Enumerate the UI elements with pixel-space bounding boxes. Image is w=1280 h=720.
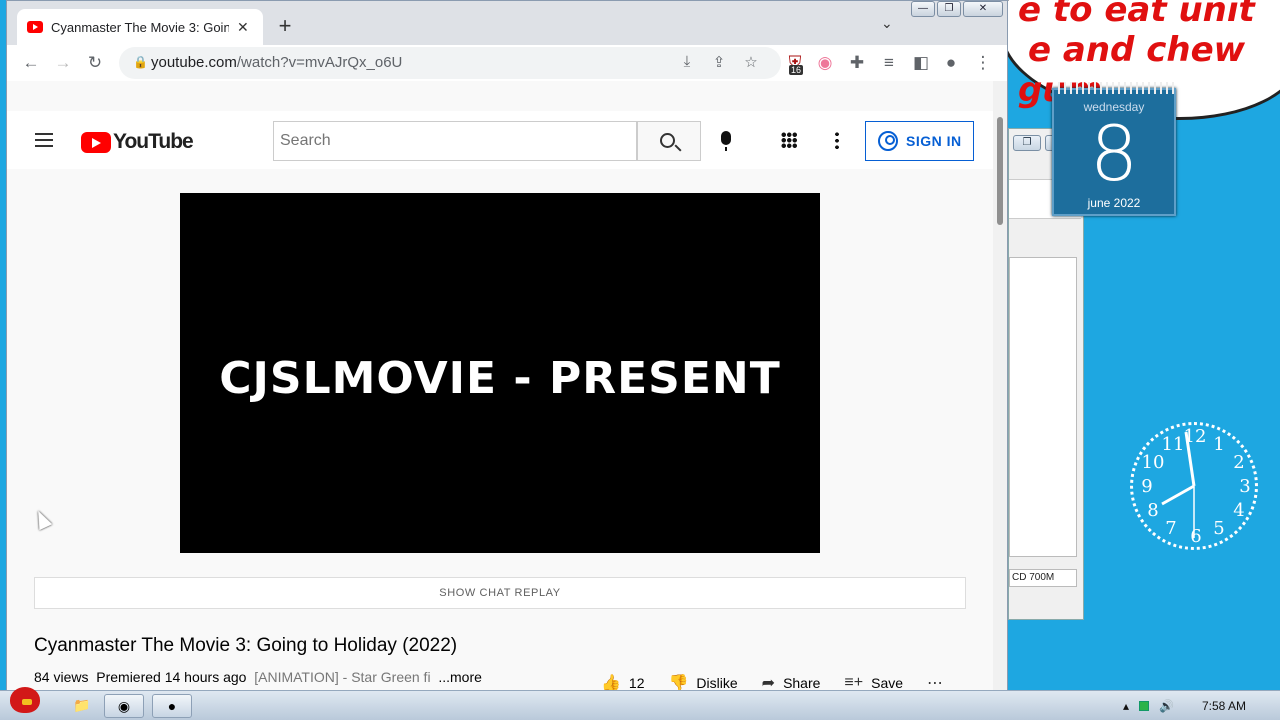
share-icon[interactable]: ⇪	[709, 53, 729, 71]
youtube-logo-text: YouTube	[113, 130, 194, 153]
video-player[interactable]: CJSLMOVIE - PRESENT	[180, 193, 820, 553]
tray-volume-icon[interactable]: 🔊	[1159, 699, 1174, 713]
extension-flag-icon[interactable]: ◉	[815, 53, 835, 73]
window-controls: — ❐ ✕	[911, 1, 1003, 17]
thumbs-down-icon: 👎	[668, 675, 689, 691]
sign-in-button[interactable]: SIGN IN	[865, 121, 974, 161]
reload-icon[interactable]: ↻	[85, 53, 105, 73]
menu-hamburger-icon[interactable]	[35, 133, 53, 147]
video-overlay-text: CJSLMOVIE - PRESENT	[219, 353, 781, 404]
more-horizontal-icon: ⋯	[927, 675, 944, 691]
clock-hands	[1161, 431, 1196, 538]
taskbar-chrome-icon[interactable]: ◉	[104, 694, 144, 718]
youtube-header: YouTube SIGN IN	[7, 111, 995, 169]
tab-close-icon[interactable]: ✕	[237, 19, 249, 36]
save-button[interactable]: ≡+ Save	[844, 673, 903, 691]
youtube-favicon-icon	[27, 21, 43, 33]
video-actions: 👍 12 👎 Dislike ➦ Share ≡+ Save ⋯	[601, 673, 943, 691]
back-arrow-icon[interactable]: ←	[21, 53, 41, 73]
like-count: 12	[628, 675, 645, 691]
thumbs-up-icon: 👍	[601, 675, 621, 691]
search-input[interactable]	[274, 122, 636, 160]
apps-grid-icon[interactable]	[781, 132, 797, 148]
page-scrollbar[interactable]	[993, 81, 1007, 691]
minimize-icon[interactable]: —	[911, 1, 935, 17]
user-icon	[878, 131, 898, 151]
show-chat-replay-button[interactable]: SHOW CHAT REPLAY	[34, 577, 966, 609]
tray-expand-icon[interactable]: ▴	[1123, 699, 1129, 713]
new-tab-button[interactable]: +	[273, 13, 297, 39]
bg-window-list[interactable]	[1009, 257, 1077, 557]
tray-network-icon[interactable]	[1139, 701, 1150, 711]
extensions-puzzle-icon[interactable]: ✚	[847, 53, 867, 73]
install-app-icon[interactable]: ⤓	[677, 53, 697, 70]
taskbar-folder-icon[interactable]: 📁	[62, 694, 102, 718]
url-host: youtube.com	[151, 54, 237, 71]
drive-select[interactable]: CD 700M	[1009, 569, 1077, 587]
lock-icon[interactable]: 🔒	[133, 55, 148, 69]
browser-toolbar: ← → ↻ 🔒 youtube.com/watch?v=mvAJrQx_o6U …	[7, 45, 1007, 81]
playlist-add-icon: ≡+	[844, 674, 864, 691]
save-label: Save	[871, 675, 904, 691]
url-path: /watch?v=mvAJrQx_o6U	[236, 54, 403, 71]
description-snippet: [ANIMATION] - Star Green fi	[254, 669, 431, 685]
forward-arrow-icon[interactable]: →	[53, 53, 73, 73]
like-button[interactable]: 👍 12	[601, 673, 645, 691]
calendar-gadget[interactable]: wednesday 8 june 2022	[1052, 82, 1176, 216]
more-actions-button[interactable]: ⋯	[927, 673, 943, 691]
settings-kebab-icon[interactable]	[835, 131, 839, 149]
dislike-label: Dislike	[696, 675, 738, 691]
bubble-line-1: e to eat unit	[1018, 0, 1255, 30]
youtube-play-logo-icon	[81, 131, 111, 153]
sign-in-label: SIGN IN	[906, 133, 962, 149]
calendar-day: 8	[1089, 109, 1139, 198]
extension-badge: 16	[789, 65, 804, 75]
search-box[interactable]	[273, 121, 637, 161]
system-tray: ▴ 🔊 7:58 AM	[1123, 691, 1280, 720]
media-control-icon[interactable]: ≡	[879, 53, 899, 73]
calendar-rings	[1058, 82, 1174, 94]
tab-youtube[interactable]: Cyanmaster The Movie 3: Going to Holiday…	[17, 9, 263, 45]
tray-clock[interactable]: 7:58 AM	[1202, 699, 1246, 713]
search-icon	[660, 133, 675, 148]
maximize-icon[interactable]: ❐	[937, 1, 961, 17]
video-title: Cyanmaster The Movie 3: Going to Holiday…	[34, 635, 458, 656]
youtube-logo[interactable]: YouTube	[81, 130, 194, 154]
taskbar-app-icon[interactable]: ●	[152, 694, 192, 718]
page-content[interactable]: YouTube SIGN IN CJSLMOVIE - PRESENT SHOW…	[7, 81, 995, 691]
url-text[interactable]: youtube.com/watch?v=mvAJrQx_o6U	[151, 54, 402, 71]
browser-menu-icon[interactable]: ⋮	[973, 53, 993, 73]
dislike-button[interactable]: 👎 Dislike	[669, 673, 738, 691]
bubble-line-2: e and chew	[1028, 30, 1246, 70]
premiere-date: Premiered 14 hours ago	[96, 669, 247, 685]
browser-window[interactable]: Cyanmaster The Movie 3: Going to Holiday…	[6, 0, 1008, 691]
scrollbar-thumb[interactable]	[997, 117, 1003, 225]
tab-search-chevron-icon[interactable]: ⌄	[881, 15, 893, 32]
bookmark-star-icon[interactable]: ☆	[741, 53, 761, 71]
share-button[interactable]: ➦ Share	[762, 673, 821, 691]
microphone-icon[interactable]	[721, 131, 731, 151]
share-label: Share	[783, 675, 821, 691]
restore-icon[interactable]: ❐	[1013, 135, 1041, 151]
tab-bar: Cyanmaster The Movie 3: Going to Holiday…	[7, 1, 1007, 45]
close-window-icon[interactable]: ✕	[963, 1, 1003, 17]
angry-bird-start-icon	[10, 687, 40, 713]
share-arrow-icon: ➦	[761, 675, 776, 691]
taskbar: 📁 ◉ ● ▴ 🔊 7:58 AM	[0, 687, 1280, 720]
calendar-month: june 2022	[1087, 196, 1141, 210]
clock-gadget[interactable]: 12 1 2 3 4 5 6 7 8 9 10 11	[1130, 422, 1258, 550]
profile-avatar-icon[interactable]: ●	[941, 53, 961, 73]
side-panel-icon[interactable]: ◧	[911, 53, 931, 73]
more-link[interactable]: ...more	[438, 669, 482, 685]
start-button[interactable]	[4, 683, 48, 719]
video-meta: 84 views Premiered 14 hours ago [ANIMATI…	[34, 669, 482, 685]
search-button[interactable]	[637, 121, 701, 161]
tab-title: Cyanmaster The Movie 3: Going to Holiday…	[51, 19, 229, 35]
address-bar[interactable]: 🔒 youtube.com/watch?v=mvAJrQx_o6U ⤓ ⇪ ☆	[119, 47, 781, 79]
